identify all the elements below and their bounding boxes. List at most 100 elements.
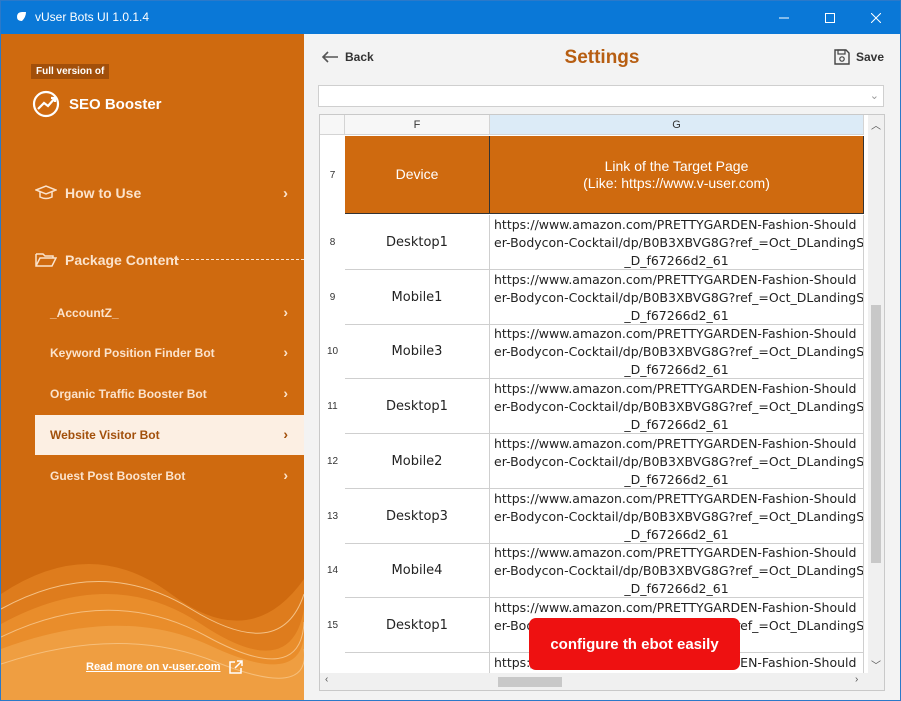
row-number: 13 [320,489,345,544]
nav-item-label: Keyword Position Finder Bot [50,346,215,360]
link-cell[interactable]: https://www.amazon.com/PRETTYGARDEN-Fash… [490,270,864,325]
column-header-f[interactable]: F [345,115,490,135]
horizontal-scrollbar[interactable]: ‹ › [320,673,884,690]
link-cell[interactable]: https://www.amazon.com/PRETTYGARDEN-Fash… [490,543,864,598]
scroll-down-icon[interactable]: ﹀ [871,657,881,672]
link-line: _D_f67266d2_61 [624,308,729,323]
nav-item-organic-traffic-booster-bot[interactable]: Organic Traffic Booster Bot › [35,374,304,414]
chevron-down-icon: ⌄ [869,90,879,102]
device-cell[interactable]: Desktop3 [345,489,490,544]
row-number: 7 [320,136,345,214]
row-number: 15 [320,598,345,653]
vertical-scroll-thumb[interactable] [871,305,881,563]
window-title: vUser Bots UI 1.0.1.4 [35,10,150,24]
link-header-line2: (Like: https://www.v-user.com) [583,174,770,191]
nav-item-website-visitor-bot[interactable]: Website Visitor Bot › [35,415,304,455]
minimize-icon [779,17,789,18]
link-line: https://www.amazon.com/PRETTYGARDEN-Fash… [494,545,857,560]
link-line: _D_f67266d2_61 [624,253,729,268]
link-line: https://www.amazon.com/PRETTYGARDEN-Fash… [494,436,857,451]
device-cell[interactable]: Mobile3 [345,324,490,379]
spreadsheet-grid[interactable]: F G 7 Device Link of the Target Page (Li… [319,114,885,691]
row-number: 9 [320,270,345,325]
device-cell[interactable]: Mobile2 [345,434,490,489]
chevron-right-icon: › [283,344,288,360]
scroll-up-icon[interactable]: ︿ [871,117,881,132]
device-cell[interactable]: Desktop1 [345,379,490,434]
sheet-selector-dropdown[interactable]: ⌄ [318,85,884,107]
link-cell[interactable]: https://www.amazon.com/PRETTYGARDEN-Fash… [490,215,864,270]
column-header-g[interactable]: G [490,115,864,135]
link-header-line1: Link of the Target Page [604,157,749,174]
nav-item-guest-post-booster-bot[interactable]: Guest Post Booster Bot › [35,456,304,496]
link-cell[interactable]: https://www.amazon.com/PRETTYGARDEN-Fash… [490,379,864,434]
scroll-right-icon[interactable]: › [855,674,858,685]
seo-booster-logo-icon [32,90,60,118]
brand: SEO Booster [31,89,162,119]
vertical-scrollbar[interactable]: ︿ ﹀ [868,115,884,675]
row-number: 10 [320,324,345,379]
folder-open-icon [35,253,57,267]
link-line: https://www.amazon.com/PRETTYGARDEN-Fash… [494,326,857,341]
sidebar: Full version of SEO Booster How to Use ›… [1,34,304,700]
link-line: er-Bodycon-Cocktail/dp/B0B3XBVG8G?ref_=O… [494,399,864,414]
graduation-cap-icon [35,185,57,200]
nav-item-accountz[interactable]: _AccountZ_ › [35,293,304,333]
link-line: https://www.amazon.com/PRETTYGARDEN-Fash… [494,381,857,396]
full-version-badge: Full version of [31,64,110,79]
app-window: vUser Bots UI 1.0.1.4 Full version of SE… [0,0,901,701]
device-cell[interactable]: Desktop1 [345,598,490,653]
maximize-button[interactable] [807,1,853,34]
link-line: https://www.amazon.com/PRETTYGARDEN-Fash… [494,272,857,287]
row-number: 14 [320,543,345,598]
link-cell[interactable]: https://www.amazon.com/PRETTYGARDEN-Fash… [490,434,864,489]
title-bar: vUser Bots UI 1.0.1.4 [1,1,900,34]
row-number: 8 [320,215,345,270]
link-header-cell[interactable]: Link of the Target Page (Like: https://w… [490,136,864,214]
link-line: _D_f67266d2_61 [624,472,729,487]
brand-name: SEO Booster [69,95,162,113]
link-line: https://www.amazon.com/PRETTYGARDEN-Fash… [494,217,857,232]
link-line: https://www.amazon.com/PRETTYGARDEN-Fash… [494,600,857,615]
app-icon [17,12,26,21]
link-line: _D_f67266d2_61 [624,417,729,432]
link-line: _D_f67266d2_61 [624,527,729,542]
nav-item-keyword-position-finder-bot[interactable]: Keyword Position Finder Bot › [35,333,304,373]
row-number: 12 [320,434,345,489]
save-button[interactable]: Save [834,49,884,65]
chevron-right-icon: › [283,467,288,483]
nav-package-content-label: Package Content [65,252,179,268]
toast-notification: configure th ebot easily [529,618,740,670]
nav-package-content[interactable]: Package Content [35,245,304,275]
nav-how-to-use[interactable]: How to Use › [35,178,304,208]
link-line: _D_f67266d2_61 [624,581,729,596]
read-more-label: Read more on v-user.com [86,661,221,673]
close-button[interactable] [853,1,899,34]
scroll-left-icon[interactable]: ‹ [325,674,328,685]
horizontal-scroll-thumb[interactable] [498,677,562,687]
package-divider [171,259,304,260]
save-icon [834,49,850,65]
device-cell[interactable]: Desktop1 [345,215,490,270]
row-number: 11 [320,379,345,434]
chevron-right-icon: › [283,185,288,202]
chevron-right-icon: › [283,426,288,442]
link-line: er-Bodycon-Cocktail/dp/B0B3XBVG8G?ref_=O… [494,454,864,469]
nav-item-label: Organic Traffic Booster Bot [50,387,207,401]
minimize-button[interactable] [761,1,807,34]
device-header-cell[interactable]: Device [345,136,490,214]
link-line: er-Bodycon-Cocktail/dp/B0B3XBVG8G?ref_=O… [494,563,864,578]
maximize-icon [825,12,835,23]
device-cell[interactable]: Mobile4 [345,543,490,598]
save-label: Save [856,50,885,64]
link-cell[interactable]: https://www.amazon.com/PRETTYGARDEN-Fash… [490,324,864,379]
link-cell[interactable]: https://www.amazon.com/PRETTYGARDEN-Fash… [490,489,864,544]
link-line: er-Bodycon-Cocktail/dp/B0B3XBVG8G?ref_=O… [494,235,864,250]
chevron-right-icon: › [283,385,288,401]
read-more-link[interactable]: Read more on v-user.com [86,660,243,674]
link-line: er-Bodycon-Cocktail/dp/B0B3XBVG8G?ref_=O… [494,290,864,305]
device-cell[interactable]: Mobile1 [345,270,490,325]
page-title: Settings [564,47,640,68]
chevron-right-icon: › [283,304,288,320]
nav-item-label: _AccountZ_ [50,306,119,320]
